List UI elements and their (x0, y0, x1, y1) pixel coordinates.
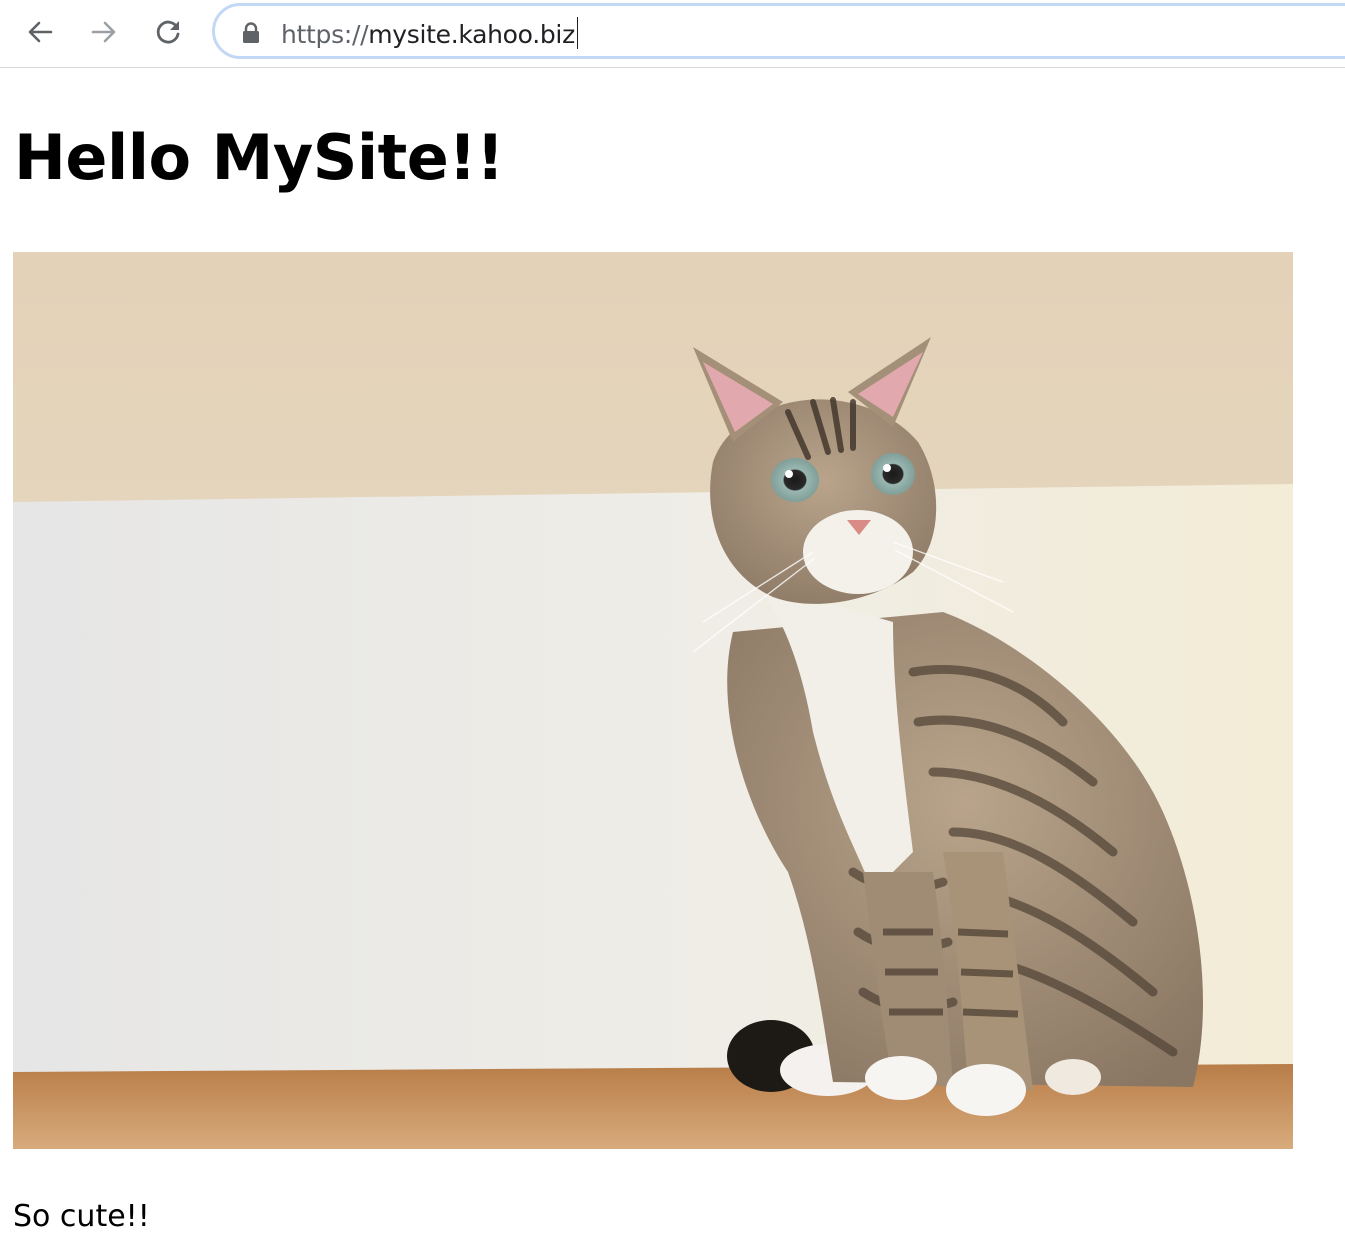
back-arrow-icon (28, 21, 53, 43)
text-caret (576, 17, 579, 49)
url-text[interactable]: https://mysite.kahoo.biz (281, 17, 579, 50)
forward-button[interactable] (82, 10, 126, 54)
browser-toolbar: https://mysite.kahoo.biz (0, 0, 1345, 68)
page-title: Hello MySite!! (14, 121, 504, 194)
address-bar[interactable]: https://mysite.kahoo.biz (212, 3, 1345, 59)
url-scheme: https:// (281, 20, 369, 49)
forward-arrow-icon (91, 21, 116, 43)
page-caption: So cute!! (13, 1199, 150, 1234)
url-host: mysite.kahoo.biz (368, 20, 575, 49)
back-button[interactable] (18, 10, 62, 54)
cat-photo (13, 252, 1293, 1149)
lock-icon[interactable] (241, 22, 261, 44)
reload-button[interactable] (146, 10, 190, 54)
reload-icon (156, 20, 180, 44)
